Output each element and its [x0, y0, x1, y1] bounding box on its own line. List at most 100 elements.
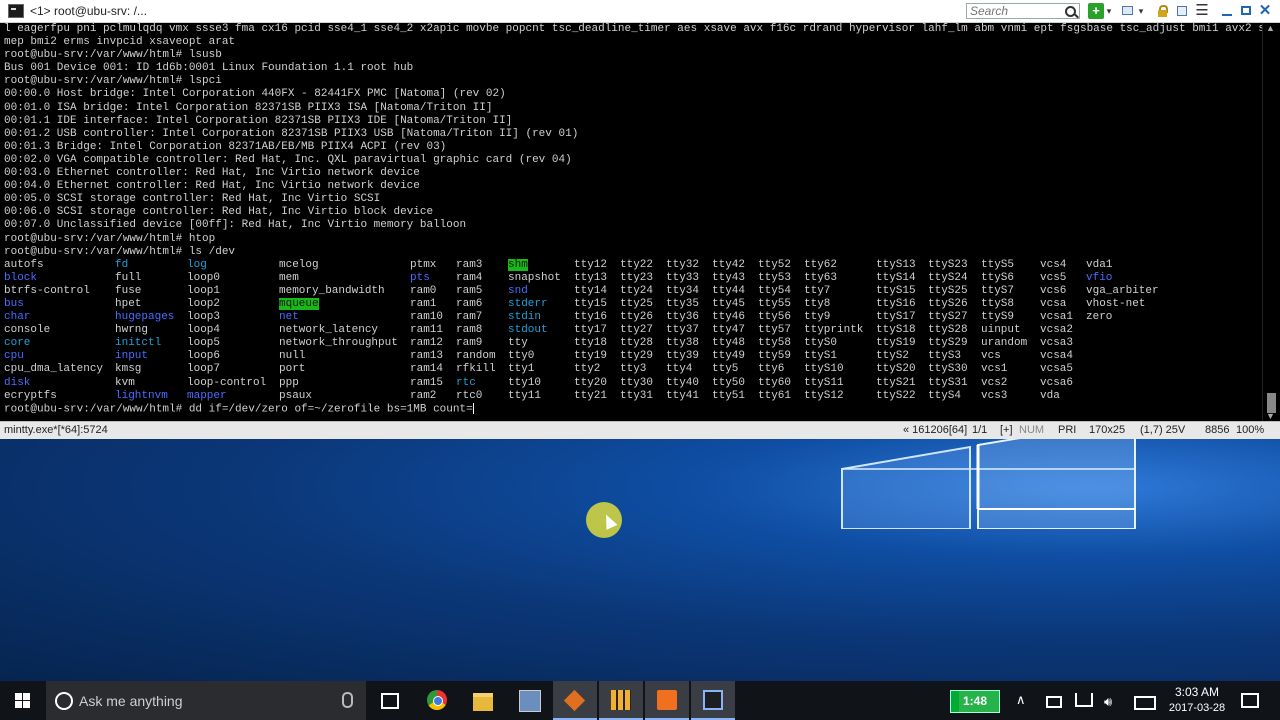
window-tab[interactable]: <1> root@ubu-srv: /...: [2, 1, 162, 21]
ls-column: tty42 tty43 tty44 tty45 tty46 tty47 tty48 tty49…: [712, 259, 745, 403]
scrollbar-thumb[interactable]: [1267, 393, 1276, 413]
clock-time[interactable]: 3:03 AM: [1168, 685, 1226, 699]
chevron-down-icon[interactable]: ▾: [1104, 3, 1114, 19]
chevron-down-icon[interactable]: ▾: [1136, 3, 1146, 19]
cortana-search[interactable]: Ask me anything: [46, 681, 366, 720]
vertical-scrollbar[interactable]: ▲ ▼: [1262, 23, 1280, 421]
ls-entry: rtc: [456, 376, 476, 389]
ls-entry: cpu: [4, 350, 24, 363]
status-plus: [+]: [1000, 424, 1013, 436]
taskbar-app-orange[interactable]: [645, 681, 689, 720]
app-grid-icon: [611, 690, 631, 710]
text-cursor: [472, 402, 474, 414]
ls-entry: tty58: [758, 337, 792, 350]
ls-entry: loop-control: [187, 376, 267, 389]
chevron-up-icon[interactable]: ∧: [1016, 692, 1026, 708]
ls-entry: tty1: [508, 363, 535, 376]
task-view-icon[interactable]: [381, 693, 399, 709]
terminal-line: root@ubu-srv:/var/www/html# lspci: [4, 75, 222, 88]
lock-icon[interactable]: [1154, 3, 1170, 19]
ls-entry: tty47: [712, 324, 746, 337]
ls-entry: tty35: [666, 297, 700, 310]
ls-entry: ram2: [410, 389, 437, 402]
ls-entry: tty43: [712, 271, 746, 284]
scroll-down-icon[interactable]: ▼: [1266, 411, 1275, 421]
ls-entry: ptmx: [410, 258, 437, 271]
taskbar-app-chrome[interactable]: [415, 681, 459, 720]
ls-entry: ram0: [410, 284, 437, 297]
ls-entry: vcsa6: [1040, 376, 1074, 389]
taskbar-app-mmc[interactable]: [507, 681, 551, 720]
terminal-output[interactable]: l eagerfpu pni pclmulqdq vmx ssse3 fma c…: [0, 23, 1262, 421]
ls-entry: vcsa5: [1040, 363, 1074, 376]
ls-entry: tty4: [666, 363, 693, 376]
ls-entry: tty19: [574, 350, 608, 363]
maximize-button[interactable]: [1238, 3, 1254, 19]
taskbar-app-grid[interactable]: [599, 681, 643, 720]
ls-entry: tty32: [666, 258, 700, 271]
tile-icon[interactable]: [1174, 3, 1190, 19]
hamburger-menu-icon[interactable]: ☰: [1194, 3, 1210, 19]
ls-entry: loop0: [187, 271, 221, 284]
scroll-up-icon[interactable]: ▲: [1266, 23, 1275, 33]
close-button[interactable]: ✕: [1257, 3, 1273, 19]
search-input[interactable]: [970, 4, 1058, 18]
clock-date[interactable]: 2017-03-28: [1166, 702, 1228, 714]
search-box[interactable]: [966, 3, 1080, 19]
ls-entry: vga_arbiter: [1086, 284, 1159, 297]
ls-entry: vcs4: [1040, 258, 1067, 271]
tray-timer-badge[interactable]: 1:48: [950, 690, 1000, 713]
ls-entry: network_latency: [279, 324, 379, 337]
ls-entry: block: [4, 271, 38, 284]
taskbar-app-terminal[interactable]: [691, 681, 735, 720]
microphone-icon[interactable]: [342, 692, 353, 708]
ls-entry: loop2: [187, 297, 221, 310]
ls-entry: tty12: [574, 258, 608, 271]
search-icon[interactable]: [1065, 6, 1076, 17]
command-prompt[interactable]: root@ubu-srv:/var/www/html# dd if=/dev/z…: [0, 402, 1262, 417]
status-size: 170x25: [1089, 424, 1126, 436]
ls-entry: vcs2: [981, 376, 1008, 389]
terminal-line: root@ubu-srv:/var/www/html# lsusb: [4, 49, 222, 62]
ls-entry: tty20: [574, 376, 608, 389]
view-button[interactable]: [1120, 3, 1136, 19]
network-icon[interactable]: [1075, 693, 1093, 707]
ls-entry: tty17: [574, 324, 608, 337]
ls-entry: tty39: [666, 350, 700, 363]
ls-entry: char: [4, 311, 31, 324]
start-button[interactable]: [0, 681, 46, 720]
ls-entry: ttyS28: [928, 324, 968, 337]
ls-entry: loop5: [187, 337, 221, 350]
keyboard-icon[interactable]: [1134, 696, 1156, 710]
taskbar-app-explorer[interactable]: [461, 681, 505, 720]
terminal-app-icon: [703, 690, 723, 710]
terminal-icon: [8, 4, 24, 18]
action-center-icon[interactable]: [1241, 693, 1259, 708]
ls-entry: ram4: [456, 271, 483, 284]
minimize-button[interactable]: [1219, 3, 1235, 19]
ls-entry: ttyS19: [876, 337, 916, 350]
ls-entry: tty56: [758, 311, 792, 324]
taskbar-app-virtualbox[interactable]: [553, 681, 597, 720]
windows-logo-glow: [841, 439, 1136, 529]
ls-column: ttyS13 ttyS14 ttyS15 ttyS16 ttyS17 ttyS18 ttyS…: [876, 259, 916, 403]
ls-entry: ttyS21: [876, 376, 916, 389]
ls-entry: tty11: [508, 389, 542, 402]
battery-icon[interactable]: [1046, 696, 1062, 708]
ls-entry: tty42: [712, 258, 746, 271]
terminal-line: 00:03.0 Ethernet controller: Red Hat, In…: [4, 167, 420, 180]
status-cursor: (1,7) 25V: [1140, 424, 1186, 436]
ls-column: tty12 tty13 tty14 tty15 tty16 tty17 tty18 tty19…: [574, 259, 607, 403]
terminal-line: 00:01.2 USB controller: Intel Corporatio…: [4, 127, 579, 140]
ls-entry: tty15: [574, 297, 608, 310]
ls-entry: ram15: [410, 376, 444, 389]
ls-entry: fd: [115, 258, 129, 271]
new-tab-button[interactable]: +: [1088, 3, 1104, 19]
ls-entry: tty44: [712, 284, 746, 297]
title-bar[interactable]: <1> root@ubu-srv: /... + ▾ ▾ ☰ ✕: [0, 0, 1280, 23]
volume-icon[interactable]: 🔊︎: [1104, 694, 1112, 710]
ls-entry: ttyS16: [876, 297, 916, 310]
ls-entry: ecryptfs: [4, 389, 57, 402]
folder-icon: [473, 693, 493, 711]
ls-entry: tty26: [620, 311, 654, 324]
